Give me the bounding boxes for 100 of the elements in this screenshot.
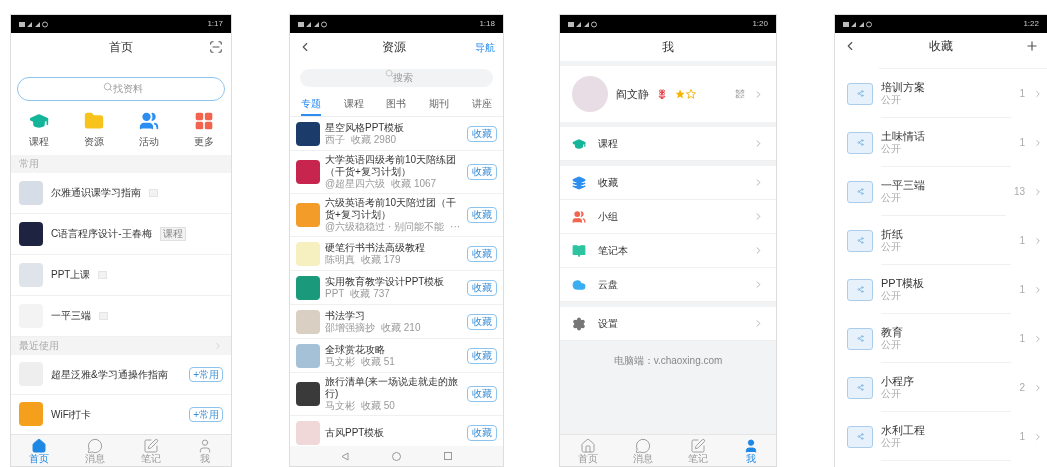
recents-icon[interactable] xyxy=(443,452,452,460)
favorite-button[interactable]: 收藏 xyxy=(467,347,497,364)
favorite-button[interactable]: 收藏 xyxy=(467,245,497,262)
tab[interactable]: 图书 xyxy=(386,96,407,116)
menu-item[interactable]: 收藏 xyxy=(560,166,776,200)
search-field[interactable]: 搜索 xyxy=(300,68,493,87)
resource-item[interactable]: 旅行清单(来一场说走就走的旅行) 马文彬 收藏 50 收藏 xyxy=(290,373,503,416)
folder-item[interactable]: 水利工程 公开 1 xyxy=(835,412,1047,461)
user-name: 阎文静 xyxy=(616,86,649,102)
cloud-icon xyxy=(572,277,586,292)
tab[interactable]: 期刊 xyxy=(429,96,450,116)
grid-icon xyxy=(193,110,214,131)
search-icon xyxy=(103,82,113,92)
list-item[interactable]: 超星泛雅&学习通操作指南 +常用 xyxy=(11,354,231,395)
search-field[interactable]: 找资料 xyxy=(17,76,225,101)
folder-item[interactable]: PPT模板 公开 1 xyxy=(835,265,1047,314)
shared-folder-icon xyxy=(847,229,873,252)
chevron-right-icon xyxy=(1033,137,1043,148)
qr-code-icon[interactable] xyxy=(735,89,745,99)
favorite-button[interactable]: 收藏 xyxy=(467,279,497,296)
folder-item[interactable]: 土味情话 公开 1 xyxy=(835,118,1047,167)
item-count: 1 xyxy=(1019,283,1025,297)
favorite-button[interactable]: 收藏 xyxy=(467,207,497,223)
author-text: 邵增强摘抄 xyxy=(325,321,375,334)
folder-item[interactable]: 小程序 公开 2 xyxy=(835,363,1047,412)
author-text: 马文彬 xyxy=(325,355,355,368)
list-item[interactable]: 尔雅通识课学习指南 xyxy=(11,172,231,214)
shortcut-button[interactable]: 资源 xyxy=(83,110,104,149)
tag-badge xyxy=(99,311,108,320)
item-count: 1 xyxy=(1019,136,1025,150)
favorite-button[interactable]: 收藏 xyxy=(467,125,497,142)
shortcut-button[interactable]: 更多 xyxy=(193,110,214,149)
favorite-count: 收藏 51 xyxy=(361,355,395,368)
list-item[interactable]: C语言程序设计-王春梅 课程 xyxy=(11,213,231,255)
chevron-right-icon xyxy=(1033,284,1043,295)
folder-item[interactable]: 一平三端 公开 13 xyxy=(835,167,1047,216)
search-icon xyxy=(385,68,394,78)
page-title: 首页 xyxy=(109,39,133,56)
resource-item[interactable]: 星空风格PPT模板 西子 收藏 2980 收藏 xyxy=(290,117,503,151)
favorite-button[interactable]: 收藏 xyxy=(467,164,497,180)
menu-item[interactable]: 笔记本 xyxy=(560,234,776,268)
scan-icon[interactable] xyxy=(209,40,223,54)
resource-item[interactable]: 六级英语考前10天陪过团（干货+复习计划） @六级稳稳过 · 别问能不能 ··· 收藏 xyxy=(290,194,503,237)
resource-item[interactable]: 书法学习 邵增强摘抄 收藏 210 收藏 xyxy=(290,305,503,339)
add-favorite-button[interactable]: +常用 xyxy=(189,366,223,382)
menu-item[interactable]: 云盘 xyxy=(560,268,776,302)
nav-tab[interactable]: 我 xyxy=(742,437,759,464)
nav-link[interactable]: 导航 xyxy=(475,39,495,55)
visibility-label: 公开 xyxy=(881,437,902,449)
shortcut-button[interactable]: 活动 xyxy=(138,110,159,149)
page-title: 资源 xyxy=(381,39,406,56)
add-favorite-button[interactable]: +常用 xyxy=(189,406,223,422)
profile-row[interactable]: 阎文静 xyxy=(560,66,776,122)
folder-icon xyxy=(83,110,104,131)
menu-item[interactable]: 课程 xyxy=(560,127,776,161)
favorite-count: 收藏 737 xyxy=(350,287,390,300)
tab[interactable]: 讲座 xyxy=(471,96,492,116)
author-text: @六级稳稳过 · 别问能不能 xyxy=(325,221,445,233)
signal-icon xyxy=(298,20,328,28)
list-item[interactable]: PPT上课 xyxy=(11,254,231,296)
favorite-button[interactable]: 收藏 xyxy=(467,313,497,330)
home-circle-icon[interactable] xyxy=(392,451,401,461)
resource-item[interactable]: 全球赏花攻略 马文彬 收藏 51 收藏 xyxy=(290,339,503,373)
favorite-button[interactable]: 收藏 xyxy=(467,386,497,402)
tag: 课程 xyxy=(159,226,186,241)
status-time: 1:22 xyxy=(1023,20,1039,28)
shared-folder-icon xyxy=(847,327,873,350)
folder-item[interactable]: 折纸 公开 1 xyxy=(835,216,1047,265)
signal-icon xyxy=(19,20,49,28)
tab[interactable]: 专题 xyxy=(301,96,322,116)
nav-tab[interactable]: 首页 xyxy=(29,437,49,464)
favorite-button[interactable]: 收藏 xyxy=(467,424,497,441)
thumbnail xyxy=(19,262,43,287)
list-item[interactable]: 一平三端 xyxy=(11,295,231,337)
favorite-count: 收藏 210 xyxy=(381,321,421,334)
folder-item[interactable]: 培训方案 公开 1 xyxy=(835,69,1047,118)
tab[interactable]: 课程 xyxy=(343,96,364,116)
visibility-label: 公开 xyxy=(881,192,902,204)
chevron-right-icon xyxy=(1033,88,1043,99)
item-count: 1 xyxy=(1019,430,1025,444)
signal-icon xyxy=(568,20,598,28)
resource-item[interactable]: 实用教育教学设计PPT模板 PPT 收藏 737 收藏 xyxy=(290,271,503,305)
resource-item[interactable]: 硬笔行书书法高级教程 陈明真 收藏 179 收藏 xyxy=(290,237,503,271)
shared-folder-icon xyxy=(847,425,873,448)
level-badge-icon xyxy=(675,89,697,99)
menu-item[interactable]: 小组 xyxy=(560,200,776,234)
favorite-count: 收藏 1067 xyxy=(391,178,437,190)
resource-item[interactable]: 大学英语四级考前10天陪练团（干货+复习计划） @超星四六级 收藏 1067 收藏 xyxy=(290,151,503,194)
author-text: PPT xyxy=(325,287,345,300)
tag-badge xyxy=(149,188,158,197)
menu-item[interactable]: 设置 xyxy=(560,307,776,341)
folder-name: 小程序 xyxy=(881,374,915,388)
page-title: 我 xyxy=(662,39,674,56)
folder-item[interactable]: 教育 公开 1 xyxy=(835,314,1047,363)
chevron-right-icon xyxy=(1033,186,1043,197)
shortcut-button[interactable]: 课程 xyxy=(28,110,49,149)
shared-folder-icon xyxy=(847,376,873,399)
add-icon[interactable] xyxy=(1025,39,1039,53)
footer-text: 电脑端：v.chaoxing.com xyxy=(613,354,723,368)
shared-folder-icon xyxy=(847,180,873,203)
